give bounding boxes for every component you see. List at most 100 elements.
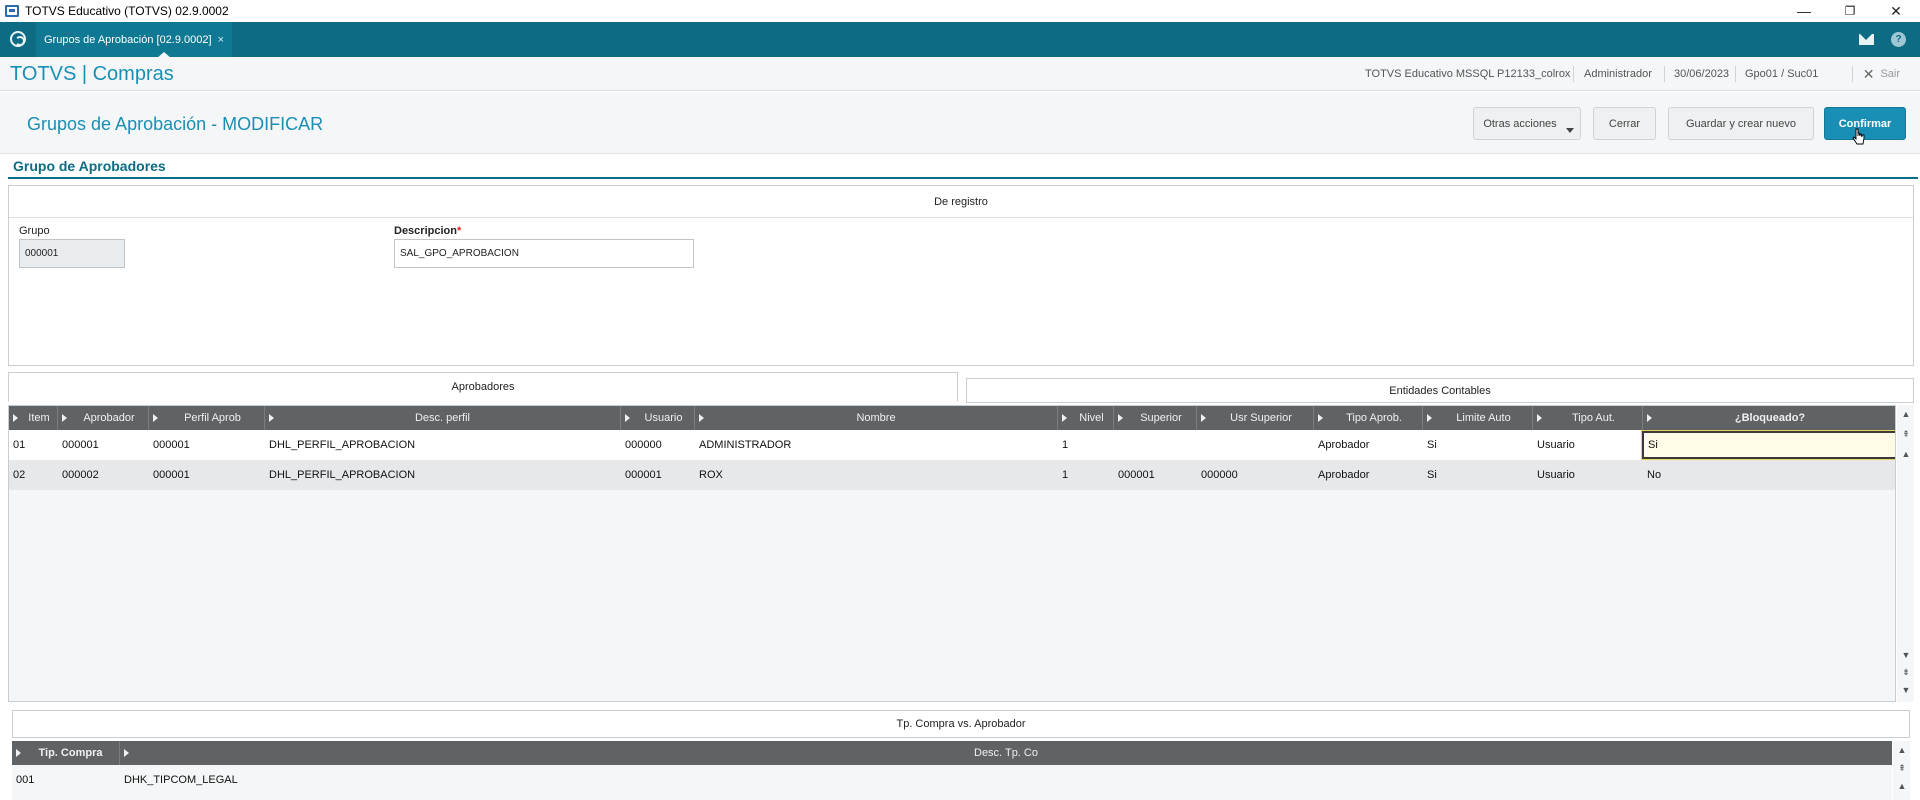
- save-and-new-button[interactable]: Guardar y crear nuevo: [1668, 107, 1814, 140]
- tab-close-icon[interactable]: ×: [218, 34, 224, 46]
- cell-usr-superior: 000000: [1201, 469, 1238, 481]
- user-info: Administrador: [1584, 68, 1652, 80]
- tipo-compra-grid: Tip. Compra Desc. Tp. Co 001 DHK_TIPCOM_…: [12, 741, 1892, 800]
- grupo-label: Grupo: [19, 225, 50, 237]
- column-marker-icon: [13, 414, 18, 422]
- column-label: Superior: [1140, 412, 1182, 424]
- column-header-perfil-aprob[interactable]: Perfil Aprob: [149, 406, 265, 430]
- column-label: ¿Bloqueado?: [1734, 412, 1806, 424]
- exit-label: Sair: [1880, 68, 1900, 80]
- module-header: TOTVS | Compras TOTVS Educativo MSSQL P1…: [0, 57, 1920, 91]
- cell-tip-compra: 001: [16, 774, 35, 786]
- column-header-usuario[interactable]: Usuario: [621, 406, 695, 430]
- grupo-field[interactable]: 000001: [19, 239, 125, 268]
- column-header-nivel[interactable]: Nivel: [1058, 406, 1114, 430]
- chevron-down-icon: [1566, 128, 1574, 133]
- column-label: Desc. perfil: [414, 412, 471, 424]
- cell-limite-auto: Si: [1427, 439, 1437, 451]
- column-marker-icon: [1201, 414, 1206, 422]
- cell-nivel: 1: [1062, 439, 1069, 451]
- tab-entidades-contables[interactable]: Entidades Contables: [966, 378, 1914, 403]
- panel-title: De registro: [9, 186, 1913, 218]
- grid-scrollbar[interactable]: ▲ ⇞ ▲ ▼ ⇟ ▼: [1897, 405, 1914, 702]
- column-header-tip-compra[interactable]: Tip. Compra: [12, 741, 120, 765]
- cell-usr-superior: [1197, 430, 1201, 460]
- column-header-limite-auto[interactable]: Limite Auto: [1423, 406, 1533, 430]
- cell-tipo-aut: Usuario: [1537, 469, 1575, 481]
- column-marker-icon: [699, 414, 704, 422]
- cell-bloqueado-editor[interactable]: Si: [1641, 430, 1895, 460]
- record-panel: De registro Grupo 000001 Descripcion* SA…: [8, 185, 1914, 366]
- column-header-tipo-aprob[interactable]: Tipo Aprob.: [1314, 406, 1423, 430]
- tipo-compra-panel-title: Tp. Compra vs. Aprobador: [12, 710, 1910, 738]
- column-header-superior[interactable]: Superior: [1114, 406, 1197, 430]
- cell-superior: 000001: [1118, 469, 1155, 481]
- app-tabbar: Grupos de Aprobación [02.9.0002] × ?: [0, 22, 1920, 58]
- cell-tipo-aprob: Aprobador: [1318, 439, 1370, 451]
- column-marker-icon: [625, 414, 630, 422]
- cell-perfil-aprob: 000001: [153, 439, 190, 451]
- scroll-up-icon[interactable]: ▲: [1901, 449, 1911, 459]
- cell-item: 01: [13, 439, 26, 451]
- column-header-item[interactable]: Item: [9, 406, 58, 430]
- column-label: Tipo Aprob.: [1346, 412, 1402, 424]
- cell-perfil-aprob: 000001: [153, 469, 190, 481]
- column-marker-icon: [16, 749, 21, 757]
- totvs-home-icon[interactable]: [10, 31, 26, 47]
- scroll-page-up-icon[interactable]: ⇞: [1897, 763, 1907, 774]
- window-title: TOTVS Educativo (TOTVS) 02.9.0002: [25, 4, 229, 18]
- mouse-cursor-icon: [1852, 128, 1865, 145]
- column-marker-icon: [1427, 414, 1432, 422]
- grid-header: Item Aprobador Perfil Aprob Desc. perfil…: [9, 406, 1895, 430]
- cell-aprobador: 000002: [62, 469, 99, 481]
- table-row[interactable]: 01 000001 000001 DHL_PERFIL_APROBACION 0…: [9, 430, 1895, 460]
- more-actions-button[interactable]: Otras acciones: [1473, 107, 1581, 140]
- cell-nombre: ADMINISTRADOR: [699, 439, 792, 451]
- exit-button[interactable]: ✕ Sair: [1863, 57, 1900, 91]
- column-marker-icon: [269, 414, 274, 422]
- page-title: Grupos de Aprobación - MODIFICAR: [27, 114, 324, 134]
- descripcion-field[interactable]: SAL_GPO_APROBACION: [394, 239, 694, 268]
- cell-desc-perfil: DHL_PERFIL_APROBACION: [269, 439, 416, 451]
- descripcion-label: Descripcion*: [394, 225, 461, 237]
- scroll-bottom-icon[interactable]: ▼: [1901, 685, 1911, 695]
- table-row[interactable]: 001 DHK_TIPCOM_LEGAL: [12, 765, 1892, 795]
- scroll-top-icon[interactable]: ▲: [1901, 409, 1911, 419]
- scroll-page-down-icon[interactable]: ⇟: [1901, 667, 1911, 678]
- cell-item: 02: [13, 469, 26, 481]
- column-label: Perfil Aprob: [184, 412, 241, 424]
- cell-nivel: 1: [1062, 469, 1069, 481]
- column-header-tipo-aut[interactable]: Tipo Aut.: [1533, 406, 1643, 430]
- column-label: Tipo Aut.: [1571, 412, 1615, 424]
- scroll-down-icon[interactable]: ▼: [1901, 650, 1911, 660]
- maximize-button[interactable]: ❐: [1827, 0, 1873, 22]
- column-marker-icon: [1118, 414, 1123, 422]
- help-icon[interactable]: ?: [1891, 32, 1906, 47]
- column-label: Aprobador: [83, 412, 135, 424]
- cell-aprobador: 000001: [62, 439, 99, 451]
- column-header-nombre[interactable]: Nombre: [695, 406, 1058, 430]
- descripcion-label-text: Descripcion: [394, 225, 457, 237]
- close-button[interactable]: Cerrar: [1593, 107, 1656, 140]
- tab-aprobadores[interactable]: Aprobadores: [8, 372, 958, 402]
- mail-icon[interactable]: [1859, 34, 1874, 45]
- scroll-page-up-icon[interactable]: ⇞: [1901, 429, 1911, 440]
- tab-grupos-aprobacion[interactable]: Grupos de Aprobación [02.9.0002] ×: [36, 22, 233, 58]
- scroll-top-icon[interactable]: ▲: [1897, 745, 1907, 755]
- bottom-grid-scrollbar[interactable]: ▲ ⇞ ▲: [1893, 741, 1910, 800]
- section-divider: [8, 177, 1918, 179]
- window-titlebar: TOTVS Educativo (TOTVS) 02.9.0002 — ❐ ✕: [0, 0, 1920, 22]
- close-window-button[interactable]: ✕: [1873, 0, 1919, 22]
- column-header-desc-perfil[interactable]: Desc. perfil: [265, 406, 621, 430]
- column-header-usr-superior[interactable]: Usr Superior: [1197, 406, 1314, 430]
- required-marker: *: [456, 225, 462, 237]
- minimize-button[interactable]: —: [1781, 0, 1827, 22]
- column-header-bloqueado[interactable]: ¿Bloqueado?: [1643, 406, 1895, 430]
- table-row[interactable]: 02 000002 000001 DHL_PERFIL_APROBACION 0…: [9, 460, 1895, 490]
- cell-limite-auto: Si: [1427, 469, 1437, 481]
- column-header-aprobador[interactable]: Aprobador: [58, 406, 149, 430]
- aprobadores-grid: Item Aprobador Perfil Aprob Desc. perfil…: [8, 405, 1896, 702]
- scroll-up-icon[interactable]: ▲: [1897, 781, 1907, 791]
- column-marker-icon: [1537, 414, 1542, 422]
- column-header-desc-tp-compra[interactable]: Desc. Tp. Co: [120, 741, 1892, 765]
